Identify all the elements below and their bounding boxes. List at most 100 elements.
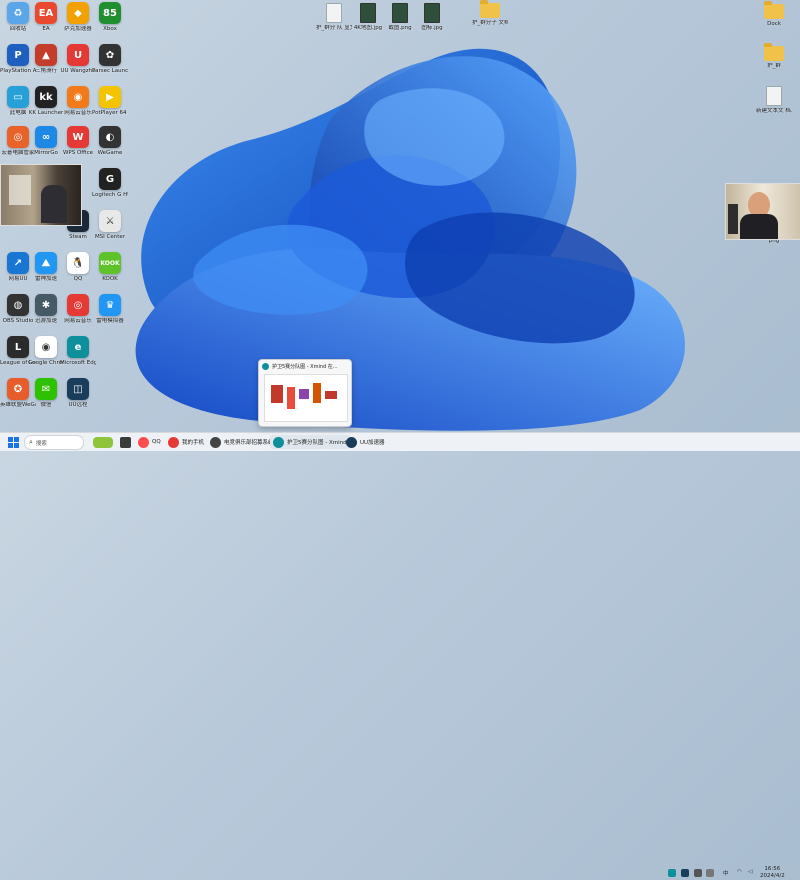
desktop-icon-label: 护_群 <box>767 63 781 69</box>
windows-logo-icon <box>8 436 19 448</box>
potplayer-icon: ▶ <box>99 86 121 108</box>
desktop-file-icon[interactable]: 截图.png <box>382 3 418 32</box>
desktop-icon[interactable]: ◆ 萨克加速器 <box>60 2 96 33</box>
folder-icon <box>764 1 784 19</box>
clock-time: 16:56 <box>764 866 781 872</box>
desktop-icon[interactable]: ◐ WeGame <box>92 126 128 157</box>
desktop-icon[interactable]: ♛ 雷电模拟器 <box>92 294 128 325</box>
wifi-icon[interactable]: ◠ <box>737 869 742 875</box>
desktop-icon[interactable]: ✱ 迅游加速 <box>28 294 64 325</box>
taskbar-widget-game[interactable] <box>93 435 113 449</box>
kook-icon: KOOK <box>99 252 121 274</box>
desktop-file-icon[interactable]: 护_群 <box>756 43 792 70</box>
app-icon <box>210 436 221 448</box>
desktop-icon-label: Xbox <box>103 26 117 32</box>
desktop-icon[interactable]: 🐧 QQ <box>60 252 96 283</box>
desktop-icon[interactable]: e Microsoft Edge <box>60 336 96 367</box>
taskbar-app-button[interactable]: QQ <box>138 435 161 449</box>
desktop-file-icon[interactable]: 4K地图.jpg <box>350 3 386 32</box>
desktop-icon[interactable]: kk KK Launcher <box>28 86 64 117</box>
msi-icon: ⚔ <box>99 210 121 232</box>
desktop-icon-label: 图标.jpg <box>421 25 443 31</box>
desktop-icon[interactable]: ◎ 网易云音乐 <box>60 294 96 325</box>
folder-icon <box>480 0 500 18</box>
desktop-icon-label: MSI Center <box>94 234 126 240</box>
computer-icon: ▭ <box>7 86 29 108</box>
preview-title: 护卫5赛分队图 - Xmind 在... <box>272 363 338 370</box>
tray-app-icon <box>680 869 689 877</box>
orange-app-icon: ◉ <box>67 86 89 108</box>
desktop-icon[interactable]: G Logitech G HUB <box>92 168 128 199</box>
desktop-file-icon[interactable]: 护_群分 队 显文 <box>316 3 352 32</box>
taskbar-app-1[interactable] <box>120 435 131 449</box>
desktop-icon-label: UU Wangzhe <box>60 68 96 74</box>
desktop-icon[interactable]: ▶ PotPlayer 64 bit <box>92 86 128 117</box>
hero-icon: ✪ <box>7 378 29 400</box>
preview-content <box>264 374 348 422</box>
taskbar-window-preview[interactable]: 护卫5赛分队图 - Xmind 在... <box>258 359 352 427</box>
ea-icon: EA <box>35 2 57 24</box>
volume-icon[interactable]: ◁ <box>748 869 752 875</box>
desktop-icon[interactable]: U UU Wangzhe <box>60 44 96 75</box>
game-mascot-icon <box>93 436 113 448</box>
wps-icon: W <box>67 126 89 148</box>
desktop-icon-label: KK Launcher <box>28 110 64 116</box>
desktop-icon-label: 护_群分 队 显文 <box>316 25 352 31</box>
desktop-icon-label: 迅游加速 <box>34 318 57 324</box>
parsec-icon: ✿ <box>99 44 121 66</box>
desktop-icon[interactable]: ◉ 网易云音乐 <box>60 86 96 117</box>
gear-app-icon: ✱ <box>35 294 57 316</box>
desktop-icon[interactable]: ⛰ 雷神加速 <box>28 252 64 283</box>
playstation-icon: P <box>7 44 29 66</box>
obs-icon: ◍ <box>7 294 29 316</box>
qq-icon <box>138 436 149 448</box>
file-icon <box>766 86 782 106</box>
start-button[interactable] <box>8 435 19 449</box>
desktop-file-icon[interactable]: 新建文本文 档.txt <box>756 86 792 115</box>
tray-icons[interactable] <box>668 869 717 879</box>
recycle-bin-icon: ♻ <box>7 2 29 24</box>
desktop-file-icon[interactable]: 图标.jpg <box>414 3 450 32</box>
desktop-icon[interactable]: ◫ UU远程 <box>60 378 96 409</box>
clock[interactable]: 16:56 2024/4/2 <box>760 866 785 880</box>
webcam-overlay-left <box>0 164 82 226</box>
desktop-icon-label: 4K地图.jpg <box>353 25 383 31</box>
desktop-icon[interactable]: ▲ 三角洲行 <box>28 44 64 75</box>
kk-icon: kk <box>35 86 57 108</box>
game-delta-icon: ▲ <box>35 44 57 66</box>
folder-icon <box>764 43 784 61</box>
qq-icon: 🐧 <box>67 252 89 274</box>
taskbar-search-box[interactable]: ⌕ 搜索 <box>24 435 84 450</box>
desktop-icon[interactable]: KOOK KOOK <box>92 252 128 283</box>
taskbar-app-button[interactable]: 我的手机 <box>168 435 204 449</box>
taskbar-app-button[interactable]: 护卫5赛分队图 - Xmind <box>270 435 350 449</box>
desktop-icon[interactable]: EA EA <box>28 2 64 33</box>
uuremote-icon: ◫ <box>67 378 89 400</box>
desktop-icon-label: 萨克加速器 <box>64 26 92 32</box>
app-icon <box>120 436 131 448</box>
desktop-icon-label: 雷电模拟器 <box>96 318 124 324</box>
desktop-icon[interactable]: ∞ MirrorGo <box>28 126 64 157</box>
mirror-icon: ∞ <box>35 126 57 148</box>
input-method-indicator[interactable]: 中 <box>723 869 729 877</box>
file-icon <box>326 3 342 23</box>
desktop-icon-label: UU远程 <box>68 402 88 408</box>
desktop-icon-label: QQ <box>73 276 83 282</box>
desktop-icon[interactable]: ⚔ MSI Center <box>92 210 128 241</box>
desktop-file-icon[interactable]: Dock <box>756 1 792 28</box>
taskbar-app-label: 我的手机 <box>182 440 205 446</box>
search-icon: ⌕ <box>29 438 33 446</box>
desktop-icon[interactable]: ✿ Parsec Launcher V <box>92 44 128 75</box>
desktop-icon-label: Logitech G HUB <box>92 192 128 198</box>
desktop-file-icon[interactable]: 护_群分子 文档 <box>472 0 508 27</box>
desktop-icon[interactable]: ✉ 微信 <box>28 378 64 409</box>
taskbar-app-button[interactable]: 电竞俱乐部招募系统 <box>210 435 274 449</box>
desktop-icon[interactable]: ◉ Google Chrome <box>28 336 64 367</box>
desktop-icon-label: 网易云音乐 <box>64 318 92 324</box>
image-icon <box>424 3 440 23</box>
taskbar-app-button[interactable]: UU加速器 <box>346 435 385 449</box>
tray-app-icon <box>706 869 715 877</box>
desktop-icon-label: 网易云音乐 <box>64 110 92 116</box>
desktop-icon[interactable]: 85 Xbox <box>92 2 128 33</box>
desktop-icon[interactable]: W WPS Office <box>60 126 96 157</box>
